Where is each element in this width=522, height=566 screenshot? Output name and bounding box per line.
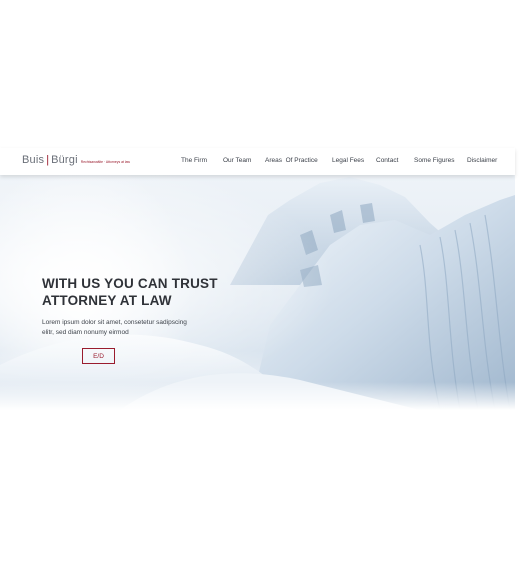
logo-separator: | (46, 154, 50, 166)
logo[interactable]: Buis | Bürgi Rechtsanwälte · Attorneys a… (22, 154, 130, 170)
language-toggle-button[interactable]: E/D (82, 348, 115, 364)
hero-description: Lorem ipsum dolor sit amet, consetetur s… (42, 319, 187, 336)
logo-word-buis: Buis (22, 154, 45, 166)
nav-item-our-team[interactable]: Our Team (223, 157, 251, 164)
hero-banner: WITH US YOU CAN TRUST ATTORNEY AT LAW Lo… (0, 175, 515, 410)
nav-item-contact[interactable]: Contact (376, 157, 398, 164)
logo-word-buergi: Bürgi (51, 154, 78, 166)
nav-item-the-firm[interactable]: The Firm (181, 157, 207, 164)
header-navbar: Buis | Bürgi Rechtsanwälte · Attorneys a… (0, 148, 515, 175)
nav-item-legal-fees[interactable]: Legal Fees (332, 157, 364, 164)
logo-tagline: Rechtsanwälte · Attorneys at law (80, 160, 130, 164)
hero-bottom-fade (0, 382, 515, 410)
nav-item-areas-of-practice[interactable]: Areas Of Practice (265, 157, 318, 164)
nav-item-some-figures[interactable]: Some Figures (414, 157, 454, 164)
hero-title: WITH US YOU CAN TRUST ATTORNEY AT LAW (42, 276, 218, 308)
nav-item-disclaimer[interactable]: Disclaimer (467, 157, 497, 164)
